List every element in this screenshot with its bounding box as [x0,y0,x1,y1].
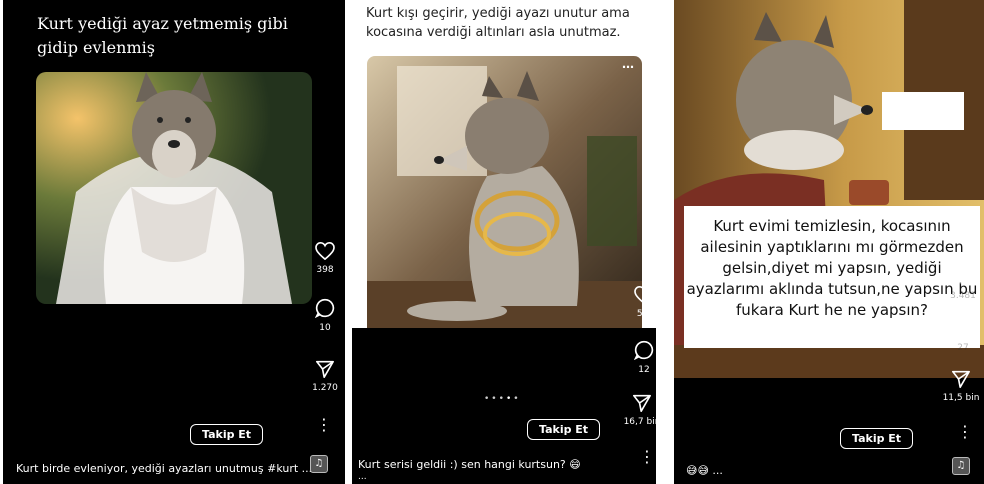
like-count: 5.8 [636,309,652,319]
more-icon[interactable]: ⋮ [957,424,973,440]
like-button[interactable]: 3.481 [946,267,980,301]
music-icon[interactable]: ♫ [952,457,970,475]
comment-count: 12 [638,365,650,375]
like-button[interactable]: 398 [309,241,341,275]
reel-panel-wedding: Kurt yediği ayaz yetmemiş gibi gidip evl… [3,0,345,484]
share-button[interactable]: 16,7 bin [622,394,660,427]
share-button[interactable]: 11,5 bin [940,370,982,403]
comment-count: 27 [957,343,969,353]
comment-count: 10 [319,323,331,333]
heart-icon [953,267,973,287]
description-more: ... [358,472,367,482]
carousel-dots: ••••• [484,394,521,404]
music-icon[interactable]: ♫ [310,455,328,473]
follow-button[interactable]: Takip Et [190,424,264,445]
heart-icon [315,241,335,261]
share-icon [951,370,970,388]
share-count: 16,7 bin [623,417,660,427]
share-icon [316,360,334,378]
wolf-bride-image[interactable] [36,72,312,304]
follow-button[interactable]: Takip Et [840,428,914,449]
post-options-icon[interactable]: ⋯ [622,60,635,74]
share-count: 11,5 bin [942,393,980,403]
share-icon [632,394,651,412]
overlay-text-box: Kurt evimi temizlesin, kocasının ailesin… [684,206,980,348]
comment-button[interactable]: 10 [309,298,341,333]
share-button[interactable]: 1.270 [305,360,345,393]
reel-panel-tea: Kurt evimi temizlesin, kocasının ailesin… [674,0,984,484]
like-count: 398 [316,265,334,275]
like-count: 3.481 [950,291,976,301]
follow-button[interactable]: Takip Et [527,419,601,440]
share-count: 1.270 [312,383,338,393]
post-description: Kurt birde evleniyor, yediği ayazları un… [16,462,313,475]
post-description: Kurt serisi geldii :) sen hangi kurtsun?… [358,458,581,471]
post-caption: Kurt yediği ayaz yetmemiş gibi gidip evl… [37,14,288,57]
more-icon[interactable]: ⋮ [316,417,332,433]
comment-icon [952,318,973,339]
post-caption: Kurt kışı geçirir, yediği ayazı unutur a… [366,6,630,40]
wolf-gold-image[interactable] [367,56,642,328]
comment-button[interactable]: 12 [628,340,660,375]
comment-button[interactable]: 27 [946,318,980,353]
heart-icon [634,285,654,305]
post-description: 😅😅 ... [686,464,723,477]
comment-icon [633,340,654,361]
like-button[interactable]: 5.8 [628,285,660,319]
comment-icon [314,298,335,319]
overlay-blank-label [882,92,964,130]
more-icon[interactable]: ⋮ [639,449,655,465]
reel-panel-gold: Kurt kışı geçirir, yediği ayazı unutur a… [348,0,660,484]
overlay-text: Kurt evimi temizlesin, kocasının ailesin… [686,217,978,319]
